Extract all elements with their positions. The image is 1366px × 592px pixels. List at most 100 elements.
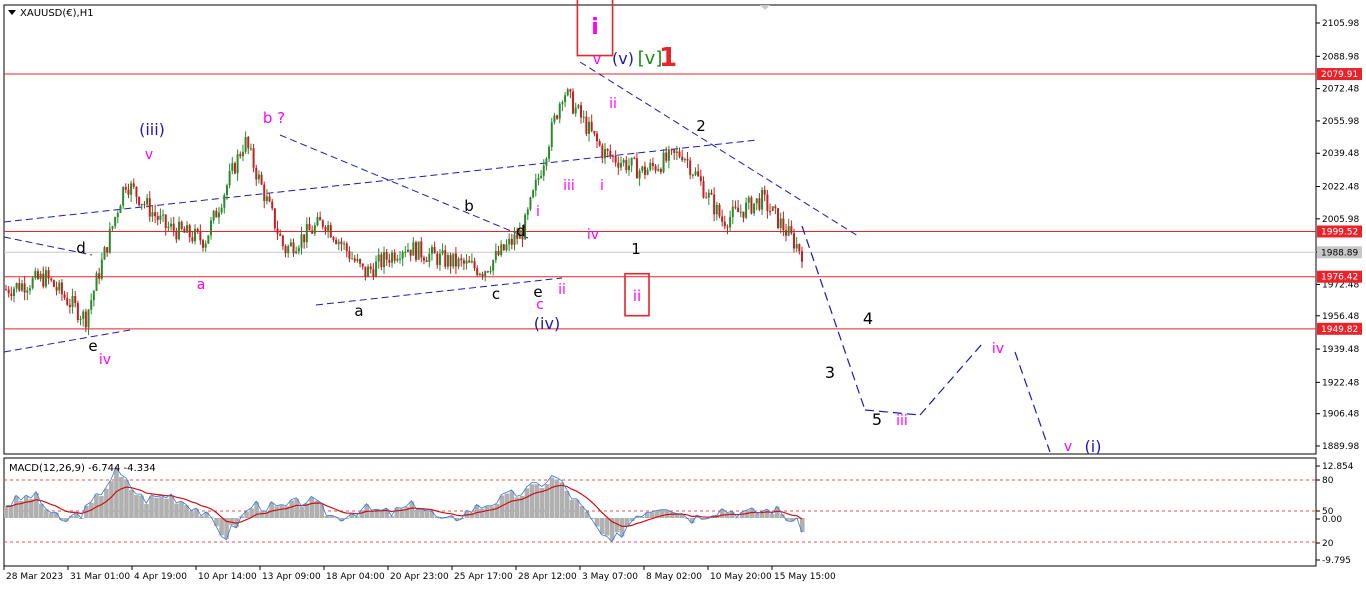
candle-body: [58, 282, 61, 291]
candle-body: [367, 266, 370, 278]
candle-body: [686, 159, 689, 161]
macd-histogram-bar: [194, 508, 199, 518]
candle-body: [769, 210, 772, 212]
candle-body: [678, 151, 681, 157]
candle-body: [638, 170, 641, 179]
candle-body: [393, 252, 396, 261]
macd-histogram-bar: [559, 482, 565, 518]
candle-body: [705, 197, 708, 199]
candle-body: [84, 311, 87, 328]
time-tick-label: 31 Mar 01:00: [70, 572, 130, 582]
time-tick-label: 18 Apr 04:00: [326, 572, 385, 582]
symbol-label: XAUUSD(€),H1: [20, 8, 94, 19]
wave-label: b: [464, 197, 474, 215]
macd-histogram-bar: [354, 516, 360, 518]
candle-body: [71, 296, 74, 307]
candle-body: [15, 283, 18, 289]
candle-body: [10, 293, 13, 296]
candle-body: [798, 244, 801, 252]
time-tick-label: 8 May 02:00: [646, 572, 702, 582]
candle-body: [790, 226, 793, 234]
candle-body: [175, 230, 178, 240]
macd-histogram-bar: [109, 481, 114, 518]
candle-body: [287, 246, 290, 254]
candle-body: [580, 105, 583, 118]
candle-body: [588, 121, 591, 134]
candle-body: [202, 240, 205, 248]
candle-body: [98, 273, 101, 279]
candle-body: [385, 252, 388, 260]
macd-histogram-bar: [299, 506, 304, 518]
candle-body: [585, 116, 588, 134]
candle-body: [209, 220, 212, 236]
macd-histogram-bar: [564, 491, 570, 518]
candle-body: [132, 183, 135, 187]
candle-body: [750, 197, 753, 214]
candle-body: [433, 247, 436, 254]
candle-body: [627, 165, 630, 171]
candle-body: [247, 136, 250, 149]
macd-tick-label: 20: [1322, 539, 1334, 549]
candle-body: [635, 158, 638, 179]
candle-body: [159, 215, 162, 220]
wave-label: e: [88, 337, 97, 355]
time-tick-label: 28 Mar 2023: [6, 572, 63, 582]
wave-label: 4: [863, 309, 873, 328]
candle-body: [255, 167, 258, 180]
candle-body: [244, 136, 247, 152]
candle-body: [793, 233, 796, 249]
candle-body: [138, 196, 141, 206]
candle-body: [356, 259, 359, 262]
macd-histogram-bar: [279, 505, 284, 518]
candle-body: [239, 154, 242, 157]
wave-label: c: [492, 285, 500, 303]
price-tick-label: 1939.48: [1322, 345, 1359, 355]
candle-body: [100, 259, 103, 279]
macd-histogram-bar: [489, 506, 495, 518]
macd-histogram-bar: [429, 511, 435, 518]
candle-body: [401, 252, 404, 259]
candle-body: [478, 273, 481, 276]
candle-body: [337, 241, 340, 244]
candle-body: [782, 218, 785, 231]
candle-body: [353, 258, 356, 262]
candle-body: [409, 249, 412, 256]
macd-histogram-bar: [179, 502, 184, 518]
candle-body: [388, 259, 391, 263]
macd-histogram-bar: [174, 503, 179, 518]
candle-body: [449, 255, 452, 267]
candle-body: [329, 225, 332, 238]
candle-body: [646, 169, 649, 175]
candle-body: [20, 283, 23, 291]
candle-body: [753, 203, 756, 214]
candle-body: [513, 234, 516, 245]
candle-body: [430, 247, 433, 254]
candle-body: [707, 192, 710, 198]
candle-body: [316, 217, 319, 226]
candle-body: [162, 214, 165, 216]
candle-body: [345, 243, 348, 252]
candle-body: [308, 224, 311, 231]
candle-body: [454, 253, 457, 267]
candle-body: [593, 130, 596, 134]
candle-body: [601, 145, 604, 159]
wave-label: v: [145, 147, 153, 163]
wave-label: iv: [99, 352, 111, 368]
candle-body: [114, 217, 117, 227]
macd-histogram-bar: [119, 476, 124, 518]
candle-body: [494, 250, 497, 261]
candle-body: [167, 226, 170, 228]
candle-body: [295, 251, 298, 254]
candle-body: [572, 91, 575, 114]
wave-label: ii: [558, 282, 566, 298]
candle-body: [231, 163, 234, 171]
candle-body: [715, 204, 718, 215]
candle-body: [196, 228, 199, 232]
candle-body: [670, 149, 673, 151]
candle-body: [731, 206, 734, 218]
candle-body: [486, 271, 489, 273]
candle-body: [303, 234, 306, 243]
candle-body: [343, 243, 346, 245]
candle-body: [377, 254, 380, 262]
candle-body: [207, 235, 210, 244]
